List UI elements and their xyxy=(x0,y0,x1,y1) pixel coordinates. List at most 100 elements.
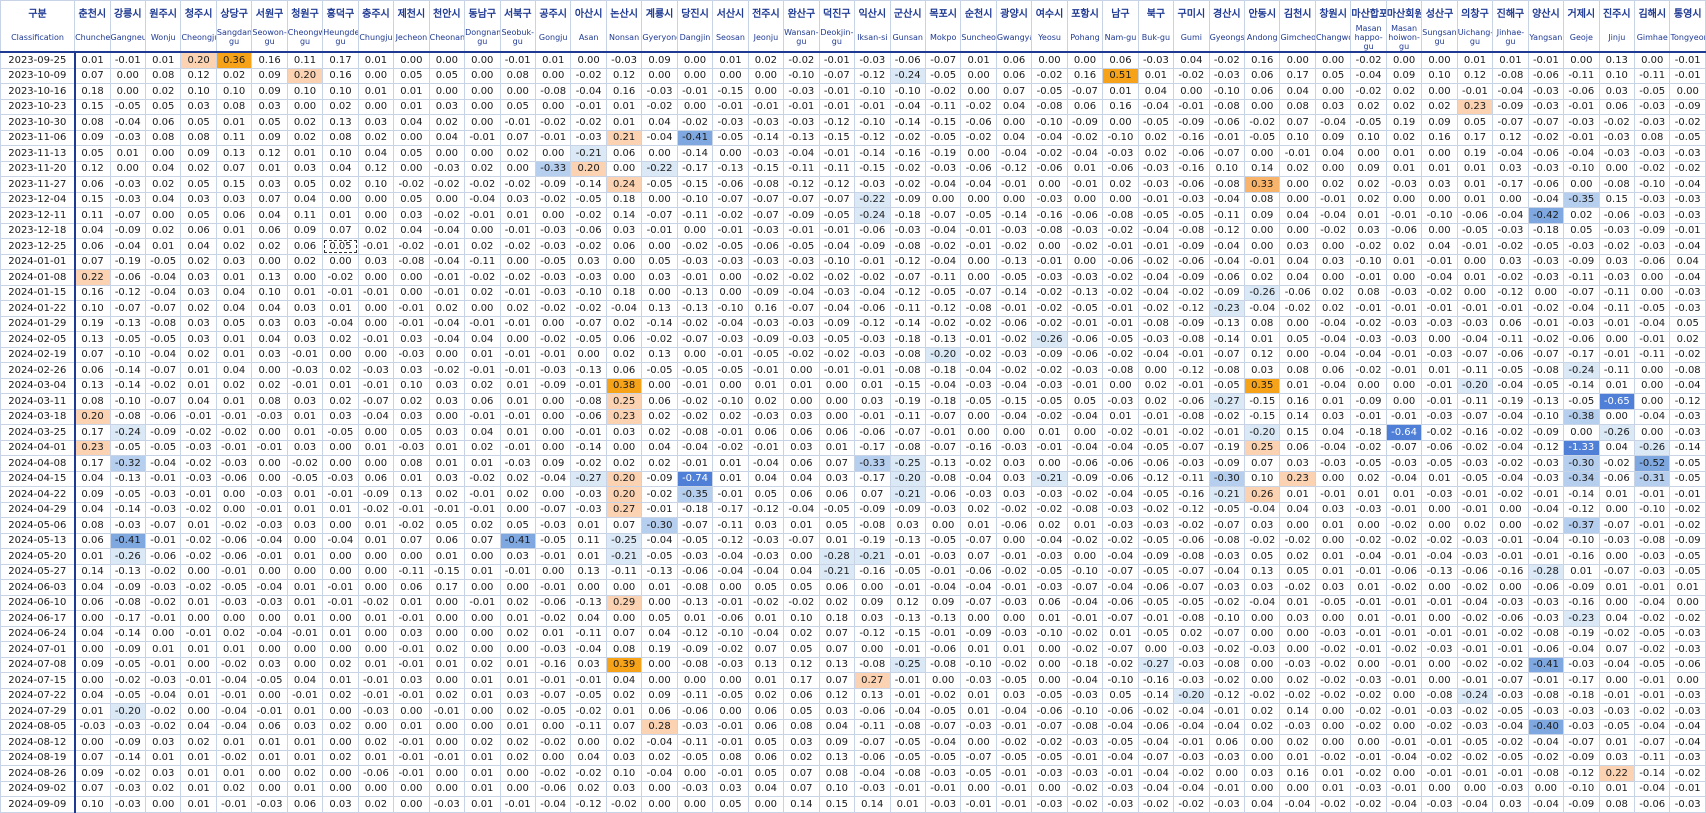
value-cell[interactable]: -0.02 xyxy=(180,532,217,549)
value-cell[interactable]: 0.05 xyxy=(1279,331,1316,348)
header-region-en[interactable]: Gyeryong xyxy=(641,23,678,53)
value-cell[interactable]: -0.07 xyxy=(1066,579,1104,596)
value-cell[interactable]: 0.00 xyxy=(251,470,288,487)
value-cell[interactable]: -0.04 xyxy=(995,703,1033,720)
value-cell[interactable]: -0.05 xyxy=(1173,594,1210,611)
value-cell[interactable]: 0.00 xyxy=(322,517,359,534)
header-region-en[interactable]: Cheongwon-gu xyxy=(286,23,324,53)
value-cell[interactable]: 0.00 xyxy=(499,331,536,348)
value-cell[interactable]: 0.01 xyxy=(180,687,217,704)
header-region-kr[interactable]: 남구 xyxy=(1102,0,1139,23)
value-cell[interactable]: 0.00 xyxy=(924,191,962,208)
value-cell[interactable]: 0.07 xyxy=(783,780,820,797)
value-cell[interactable]: 0.03 xyxy=(499,687,536,704)
value-cell[interactable]: -0.01 xyxy=(251,439,288,456)
value-cell[interactable]: 0.01 xyxy=(960,641,997,658)
value-cell[interactable]: -0.02 xyxy=(1066,780,1104,797)
value-cell[interactable]: 0.00 xyxy=(641,284,678,301)
value-cell[interactable]: -0.04 xyxy=(1421,269,1458,286)
value-cell[interactable]: -0.03 xyxy=(322,470,359,487)
row-date-cell[interactable]: 2023-09-25 xyxy=(0,51,76,69)
value-cell[interactable]: -0.07 xyxy=(144,362,182,379)
value-cell[interactable]: 0.01 xyxy=(1102,625,1139,642)
value-cell[interactable]: 0.00 xyxy=(393,129,430,146)
value-cell[interactable]: -0.06 xyxy=(1031,703,1068,720)
value-cell[interactable]: 0.01 xyxy=(464,687,501,704)
value-cell[interactable]: -0.01 xyxy=(1173,377,1210,394)
value-cell[interactable]: -0.03 xyxy=(1527,269,1565,286)
value-cell[interactable]: -0.09 xyxy=(109,734,146,751)
value-cell[interactable]: -0.21 xyxy=(889,486,926,503)
value-cell[interactable]: 0.02 xyxy=(428,486,466,503)
value-cell[interactable]: -0.03 xyxy=(1669,796,1706,813)
value-cell[interactable]: -0.03 xyxy=(995,625,1033,642)
row-date-cell[interactable]: 2024-08-12 xyxy=(0,734,76,751)
value-cell[interactable]: 0.00 xyxy=(1421,331,1458,348)
value-cell[interactable]: -0.12 xyxy=(570,796,607,813)
value-cell[interactable]: -0.09 xyxy=(109,579,146,596)
value-cell[interactable]: -0.05 xyxy=(747,346,785,363)
value-cell[interactable]: -0.25 xyxy=(889,656,926,673)
value-cell[interactable]: 0.01 xyxy=(1350,207,1387,224)
value-cell[interactable]: 0.05 xyxy=(1456,114,1494,131)
value-cell[interactable]: 0.08 xyxy=(322,129,359,146)
value-cell[interactable]: -0.11 xyxy=(889,300,926,317)
value-cell[interactable]: -0.03 xyxy=(1173,656,1210,673)
value-cell[interactable]: -0.02 xyxy=(1421,284,1458,301)
value-cell[interactable]: 0.28 xyxy=(641,718,678,735)
header-region-en[interactable]: Buk-gu xyxy=(1137,23,1175,53)
value-cell[interactable]: -0.08 xyxy=(1137,315,1175,332)
value-cell[interactable]: -0.06 xyxy=(676,563,714,580)
value-cell[interactable]: 0.00 xyxy=(1244,656,1281,673)
value-cell[interactable]: 0.05 xyxy=(747,579,785,596)
value-cell[interactable]: -0.04 xyxy=(854,284,891,301)
header-region-en[interactable]: Iksan-si xyxy=(854,23,891,53)
value-cell[interactable]: 0.00 xyxy=(357,579,395,596)
value-cell[interactable]: -0.02 xyxy=(570,238,607,255)
value-cell[interactable]: -0.07 xyxy=(1173,579,1210,596)
value-cell[interactable]: -0.18 xyxy=(1527,222,1565,239)
header-region-kr[interactable]: 경산시 xyxy=(1208,0,1246,23)
value-cell[interactable]: -0.03 xyxy=(1421,641,1458,658)
value-cell[interactable]: 0.03 xyxy=(215,253,253,270)
value-cell[interactable]: 0.00 xyxy=(357,346,395,363)
value-cell[interactable]: -0.30 xyxy=(641,517,678,534)
value-cell[interactable]: -0.01 xyxy=(889,641,926,658)
value-cell[interactable]: -0.02 xyxy=(1173,765,1210,782)
value-cell[interactable]: 0.01 xyxy=(570,517,607,534)
value-cell[interactable]: 0.00 xyxy=(464,67,501,84)
value-cell[interactable]: -0.02 xyxy=(1492,424,1529,441)
value-cell[interactable]: -0.11 xyxy=(676,207,714,224)
value-cell[interactable]: -0.14 xyxy=(1563,486,1600,503)
value-cell[interactable]: -0.02 xyxy=(1137,253,1175,270)
value-cell[interactable]: -0.01 xyxy=(1385,780,1423,797)
value-cell[interactable]: -0.05 xyxy=(1350,455,1387,472)
value-cell[interactable]: -0.02 xyxy=(641,486,678,503)
header-region-en[interactable]: Gimhae xyxy=(1634,23,1671,53)
value-cell[interactable]: 0.01 xyxy=(960,51,997,69)
value-cell[interactable]: 0.04 xyxy=(995,98,1033,115)
value-cell[interactable]: 0.07 xyxy=(605,625,643,642)
value-cell[interactable]: 0.00 xyxy=(428,408,466,425)
value-cell[interactable]: 0.14 xyxy=(605,207,643,224)
value-cell[interactable]: -0.19 xyxy=(1563,625,1600,642)
value-cell[interactable]: -0.41 xyxy=(676,129,714,146)
value-cell[interactable]: -0.01 xyxy=(251,548,288,565)
value-cell[interactable]: -0.13 xyxy=(676,284,714,301)
value-cell[interactable]: -0.09 xyxy=(1563,579,1600,596)
value-cell[interactable]: -0.01 xyxy=(854,408,891,425)
value-cell[interactable]: 0.06 xyxy=(286,796,324,813)
value-cell[interactable]: 0.00 xyxy=(960,83,997,100)
value-cell[interactable]: 0.02 xyxy=(357,129,395,146)
value-cell[interactable]: -0.02 xyxy=(605,796,643,813)
value-cell[interactable]: -0.17 xyxy=(1492,176,1529,193)
value-cell[interactable]: -0.02 xyxy=(1031,67,1068,84)
value-cell[interactable]: 0.00 xyxy=(1244,672,1281,689)
value-cell[interactable]: -0.05 xyxy=(144,331,182,348)
value-cell[interactable]: 0.01 xyxy=(960,703,997,720)
value-cell[interactable]: 0.01 xyxy=(1456,191,1494,208)
value-cell[interactable]: 0.03 xyxy=(818,470,856,487)
value-cell[interactable]: -0.02 xyxy=(712,207,749,224)
value-cell[interactable]: -0.08 xyxy=(109,594,146,611)
row-date-cell[interactable]: 2023-12-25 xyxy=(0,238,76,255)
